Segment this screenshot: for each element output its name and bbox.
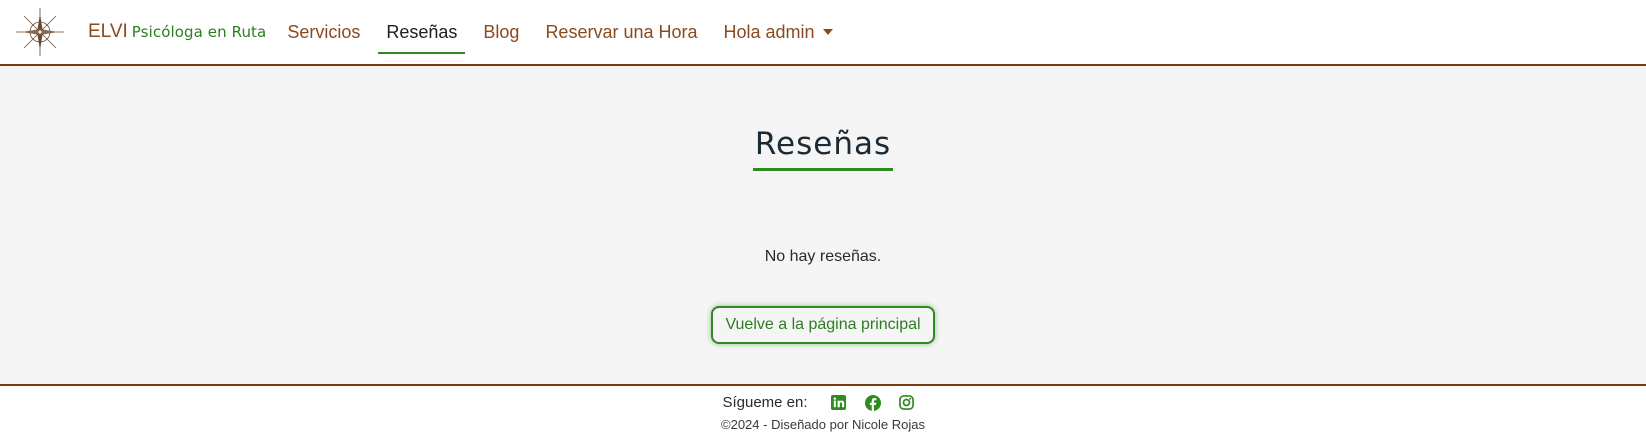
social-links: Sígueme en: [0, 394, 1646, 411]
nav-user-dropdown[interactable]: Hola admin [716, 0, 841, 65]
facebook-icon[interactable] [864, 394, 881, 411]
nav-resenas[interactable]: Reseñas [378, 0, 466, 65]
brand-name: ELVI [88, 21, 128, 42]
nav-servicios[interactable]: Servicios [279, 0, 368, 65]
compass-logo-icon[interactable] [12, 4, 68, 60]
follow-label: Sígueme en: [722, 394, 808, 411]
brand[interactable]: ELVI Psicóloga en Ruta [88, 21, 266, 43]
instagram-icon[interactable] [899, 395, 915, 411]
user-dropdown-label: Hola admin [723, 21, 815, 42]
main-nav: Servicios Reseñas Blog Reservar una Hora… [274, 0, 845, 65]
reviews-section: Reseñas No hay reseñas. Vuelve a la pági… [0, 66, 1646, 386]
nav-blog[interactable]: Blog [475, 0, 527, 65]
page-title: Reseñas [752, 126, 894, 171]
footer: Sígueme en: ©2024 - Diseñado por Nicole … [0, 386, 1646, 432]
copyright-text: ©2024 - Diseñado por Nicole Rojas [721, 417, 925, 432]
nav-reservar-hora[interactable]: Reservar una Hora [537, 0, 705, 65]
linkedin-icon[interactable] [831, 395, 847, 411]
caret-down-icon [822, 29, 833, 35]
empty-reviews-message: No hay reseñas. [764, 247, 882, 265]
back-to-home-button[interactable]: Vuelve a la página principal [711, 305, 935, 344]
brand-tagline: Psicóloga en Ruta [131, 23, 267, 41]
navbar: ELVI Psicóloga en Ruta Servicios Reseñas… [0, 0, 1646, 66]
